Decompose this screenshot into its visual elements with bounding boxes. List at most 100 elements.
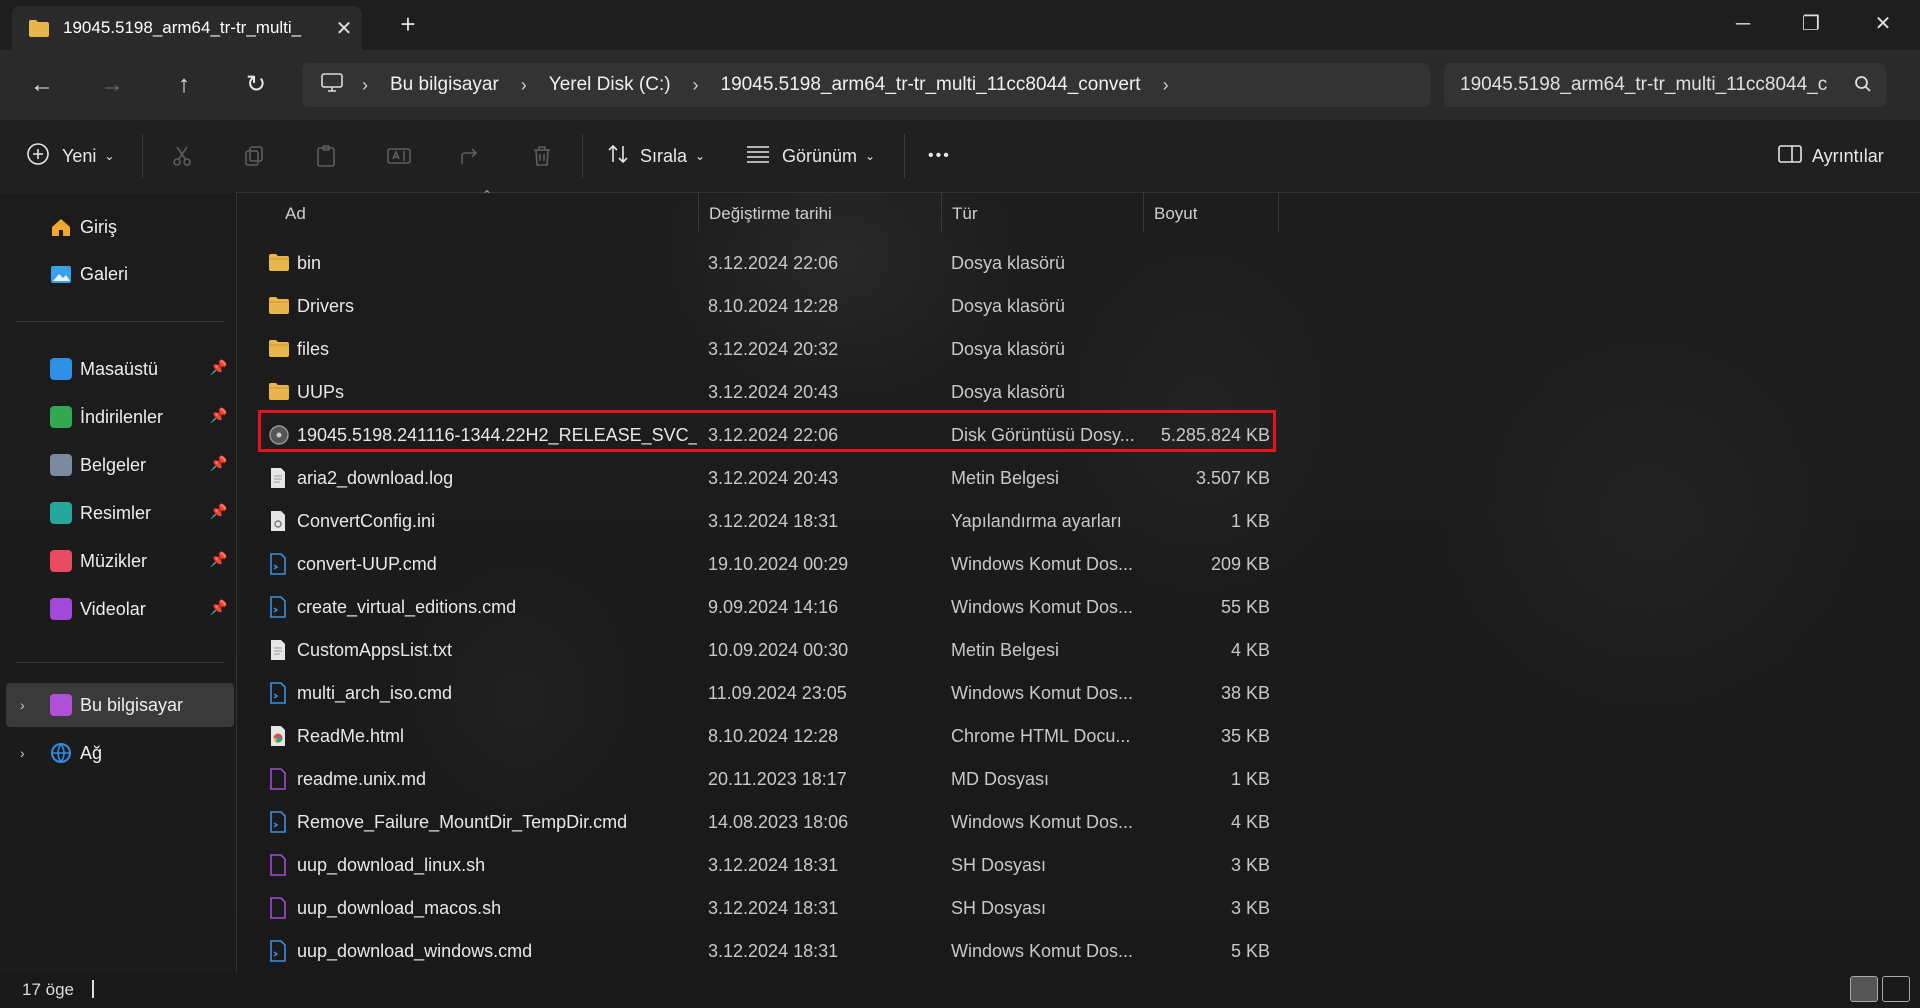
minimize-button[interactable]: ─ [1720,8,1766,40]
column-divider[interactable] [698,192,699,232]
chevron-down-icon: ⌄ [104,149,115,163]
pin-icon[interactable]: 📌 [210,359,227,376]
file-row[interactable]: UUPs 3.12.2024 20:43 Dosya klasörü [258,371,1278,413]
sidebar-item-music[interactable]: Müzikler [50,546,147,576]
delete-icon[interactable] [530,140,554,172]
sidebar-item-network[interactable]: Ağ [50,738,102,768]
paste-icon[interactable] [314,140,338,172]
pin-icon[interactable]: 📌 [210,455,227,472]
close-button[interactable]: ✕ [1860,8,1906,40]
refresh-icon[interactable]: ↻ [236,70,276,102]
search-icon[interactable] [1854,75,1872,98]
sidebar-item-desktop[interactable]: Masaüstü [50,354,158,384]
file-row[interactable]: create_virtual_editions.cmd 9.09.2024 14:… [258,586,1278,628]
breadcrumb-current-folder[interactable]: 19045.5198_arm64_tr-tr_multi_11cc8044_co… [721,74,1141,96]
forward-arrow-icon[interactable]: → [92,70,132,102]
large-icons-view-icon[interactable] [1882,976,1910,1002]
back-arrow-icon[interactable]: ← [22,70,62,102]
file-row[interactable]: aria2_download.log 3.12.2024 20:43 Metin B… [258,457,1278,499]
more-options-button[interactable]: ••• [928,140,951,172]
file-row[interactable]: CustomAppsList.txt 10.09.2024 00:30 Metin … [258,629,1278,671]
file-name[interactable]: Drivers [297,296,354,317]
file-name[interactable]: uup_download_linux.sh [297,855,485,876]
chevron-right-icon[interactable]: › [1163,75,1169,96]
new-button[interactable]: Yeni ⌄ [26,140,114,172]
breadcrumb-local-disk[interactable]: Yerel Disk (C:) [549,74,671,96]
file-row[interactable]: readme.unix.md 20.11.2023 18:17 MD Dosyası… [258,758,1278,800]
breadcrumb-this-pc[interactable]: Bu bilgisayar [390,74,499,96]
file-name[interactable]: bin [297,253,321,274]
sidebar-item-this-pc[interactable]: Bu bilgisayar [50,690,183,720]
file-row[interactable]: bin 3.12.2024 22:06 Dosya klasörü [258,242,1278,284]
pin-icon[interactable]: 📌 [210,503,227,520]
share-icon[interactable] [458,140,482,172]
pin-icon[interactable]: 📌 [210,551,227,568]
column-header-name[interactable]: Ad [285,204,306,224]
cut-icon[interactable] [170,140,194,172]
search-box[interactable]: 19045.5198_arm64_tr-tr_multi_11cc8044_c [1444,63,1886,107]
column-divider[interactable] [1143,192,1144,232]
file-modified-date: 20.11.2023 18:17 [708,769,847,789]
column-header-modified[interactable]: Değiştirme tarihi [709,204,832,224]
file-row[interactable]: uup_download_linux.sh 3.12.2024 18:31 SH D… [258,844,1278,886]
file-type: Dosya klasörü [951,339,1066,359]
file-name[interactable]: ReadMe.html [297,726,404,747]
file-row[interactable]: uup_download_macos.sh 3.12.2024 18:31 SH D… [258,887,1278,929]
file-name[interactable]: uup_download_windows.cmd [297,941,532,962]
column-header-type[interactable]: Tür [952,204,978,224]
file-row[interactable]: ReadMe.html 8.10.2024 12:28 Chrome HTML Do… [258,715,1278,757]
file-name[interactable]: CustomAppsList.txt [297,640,452,661]
sidebar-item-home[interactable]: Giriş [50,212,117,242]
file-size: 3 KB [1230,898,1270,918]
chevron-right-icon[interactable]: › [20,697,25,713]
file-name[interactable]: UUPs [297,382,344,403]
sidebar-item-label: Giriş [80,216,117,237]
view-button[interactable]: Görünüm ⌄ [746,140,875,172]
file-row[interactable]: Remove_Failure_MountDir_TempDir.cmd 14.08… [258,801,1278,843]
file-name[interactable]: uup_download_macos.sh [297,898,501,919]
address-bar[interactable]: › Bu bilgisayar › Yerel Disk (C:) › 1904… [302,63,1430,107]
file-name[interactable]: multi_arch_iso.cmd [297,683,452,704]
rename-icon[interactable] [386,140,412,172]
search-input[interactable]: 19045.5198_arm64_tr-tr_multi_11cc8044_c [1460,74,1840,96]
tab-close-button[interactable]: ✕ [330,15,358,43]
file-row[interactable]: multi_arch_iso.cmd 11.09.2024 23:05 Window… [258,672,1278,714]
column-divider[interactable] [1278,192,1279,232]
sort-label: Sırala [640,145,688,166]
restore-button[interactable]: ❐ [1788,8,1834,40]
pin-icon[interactable]: 📌 [210,599,227,616]
up-arrow-icon[interactable]: ↑ [164,70,204,102]
sidebar-item-documents[interactable]: Belgeler [50,450,146,480]
sidebar-item-pictures[interactable]: Resimler [50,498,151,528]
navigation-pane: Giriş Galeri Masaüstü 📌 İndirilenler 📌 B… [0,192,237,972]
file-row[interactable]: ConvertConfig.ini 3.12.2024 18:31 Yapıland… [258,500,1278,542]
sidebar-item-videos[interactable]: Videolar [50,594,146,624]
file-type: Dosya klasörü [951,296,1066,316]
column-header-size[interactable]: Boyut [1154,204,1197,224]
sidebar-item-downloads[interactable]: İndirilenler [50,402,163,432]
new-tab-button[interactable]: + [392,9,424,41]
chevron-right-icon[interactable]: › [521,75,527,96]
file-name[interactable]: files [297,339,329,360]
sidebar-item-gallery[interactable]: Galeri [50,259,128,289]
file-row[interactable]: convert-UUP.cmd 19.10.2024 00:29 Windows K… [258,543,1278,585]
file-name[interactable]: aria2_download.log [297,468,453,489]
details-view-icon[interactable] [1850,976,1878,1002]
file-row[interactable]: Drivers 8.10.2024 12:28 Dosya klasörü [258,285,1278,327]
chevron-right-icon[interactable]: › [20,745,25,761]
file-name[interactable]: readme.unix.md [297,769,426,790]
file-row[interactable]: files 3.12.2024 20:32 Dosya klasörü [258,328,1278,370]
sort-button[interactable]: Sırala ⌄ [606,140,705,172]
chevron-right-icon[interactable]: › [693,75,699,96]
details-pane-button[interactable]: Ayrıntılar [1778,140,1884,172]
copy-icon[interactable] [242,140,266,172]
file-name[interactable]: convert-UUP.cmd [297,554,437,575]
file-name[interactable]: ConvertConfig.ini [297,511,435,532]
column-divider[interactable] [941,192,942,232]
pin-icon[interactable]: 📌 [210,407,227,424]
explorer-tab[interactable]: 19045.5198_arm64_tr-tr_multi_ ✕ [12,6,362,50]
file-name[interactable]: create_virtual_editions.cmd [297,597,516,618]
file-row[interactable]: uup_download_windows.cmd 3.12.2024 18:31 W… [258,930,1278,972]
file-name[interactable]: Remove_Failure_MountDir_TempDir.cmd [297,812,627,833]
sidebar-item-label: Ağ [80,742,103,763]
